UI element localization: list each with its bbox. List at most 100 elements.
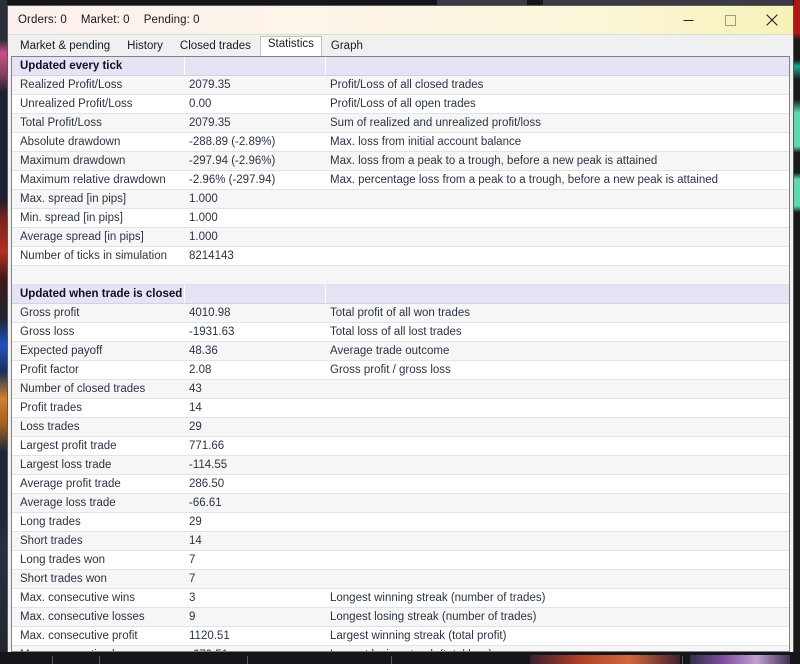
statistics-table: Updated every tickRealized Profit/Loss20…	[12, 57, 789, 652]
close-icon	[766, 14, 778, 26]
table-row[interactable]: Profit trades14	[12, 399, 789, 418]
cell-label: Number of closed trades	[12, 380, 184, 399]
tab-market-and-pending[interactable]: Market & pending	[12, 37, 118, 56]
cell-value: 3	[184, 589, 325, 608]
window-controls	[667, 6, 793, 34]
taskbar-strip[interactable]	[0, 652, 800, 664]
minimize-button[interactable]	[667, 6, 709, 34]
tab-graph[interactable]: Graph	[323, 37, 371, 56]
cell-value: 1120.51	[184, 627, 325, 646]
cell-label: Loss trades	[12, 418, 184, 437]
taskbar-divider	[391, 656, 392, 664]
table-row[interactable]: Realized Profit/Loss2079.35Profit/Loss o…	[12, 76, 789, 95]
cell-desc	[325, 266, 789, 285]
table-row[interactable]: Average loss trade-66.61	[12, 494, 789, 513]
order-status-summary: Orders: 0Market: 0Pending: 0	[8, 14, 214, 26]
cell-value: -2.96% (-297.94)	[184, 171, 325, 190]
table-row[interactable]: Max. spread [in pips]1.000	[12, 190, 789, 209]
taskbar-divider	[99, 656, 100, 664]
tab-closed-trades[interactable]: Closed trades	[172, 37, 259, 56]
cell-desc: Longest winning streak (number of trades…	[325, 589, 789, 608]
orders-count: Orders: 0	[18, 14, 67, 26]
market-count: Market: 0	[81, 14, 130, 26]
table-row[interactable]: Average spread [in pips]1.000	[12, 228, 789, 247]
cell-label: Average profit trade	[12, 475, 184, 494]
table-row[interactable]: Loss trades29	[12, 418, 789, 437]
cell-value: -114.55	[184, 456, 325, 475]
cell-value: 0.00	[184, 95, 325, 114]
cell-label: Max. consecutive profit	[12, 627, 184, 646]
table-row[interactable]: Largest loss trade-114.55	[12, 456, 789, 475]
cell-value: 2079.35	[184, 114, 325, 133]
table-row[interactable]: Largest profit trade771.66	[12, 437, 789, 456]
table-row[interactable]: Max. consecutive profit1120.51Largest wi…	[12, 627, 789, 646]
taskbar-window-preview[interactable]	[690, 655, 790, 664]
cell-label: Maximum relative drawdown	[12, 171, 184, 190]
cell-value: 1.000	[184, 209, 325, 228]
cell-desc	[325, 285, 789, 304]
tab-history[interactable]: History	[119, 37, 171, 56]
cell-desc	[325, 532, 789, 551]
taskbar-divider	[247, 656, 248, 664]
maximize-button[interactable]	[709, 6, 751, 34]
cell-label: Average spread [in pips]	[12, 228, 184, 247]
cell-label: Gross loss	[12, 323, 184, 342]
cell-label: Long trades	[12, 513, 184, 532]
cell-desc	[325, 399, 789, 418]
table-row[interactable]: Min. spread [in pips]1.000	[12, 209, 789, 228]
table-row[interactable]: Maximum relative drawdown-2.96% (-297.94…	[12, 171, 789, 190]
cell-label: Number of ticks in simulation	[12, 247, 184, 266]
cell-value: 1.000	[184, 190, 325, 209]
cell-desc: Gross profit / gross loss	[325, 361, 789, 380]
cell-desc: Sum of realized and unrealized profit/lo…	[325, 114, 789, 133]
table-row[interactable]: Unrealized Profit/Loss0.00Profit/Loss of…	[12, 95, 789, 114]
cell-label: Max. spread [in pips]	[12, 190, 184, 209]
close-button[interactable]	[751, 6, 793, 34]
statistics-window: Orders: 0Market: 0Pending: 0	[7, 5, 794, 657]
cell-desc: Max. loss from initial account balance	[325, 133, 789, 152]
cell-desc: Total loss of all lost trades	[325, 323, 789, 342]
taskbar-window-preview[interactable]	[530, 655, 680, 664]
cell-label: Updated when trade is closed	[12, 285, 184, 304]
cell-desc	[325, 209, 789, 228]
spacer-row	[12, 266, 789, 285]
table-row[interactable]: Short trades won7	[12, 570, 789, 589]
table-row[interactable]: Number of ticks in simulation8214143	[12, 247, 789, 266]
cell-value: 14	[184, 532, 325, 551]
cell-desc	[325, 456, 789, 475]
cell-value	[184, 266, 325, 285]
cell-value: 29	[184, 513, 325, 532]
cell-desc	[325, 570, 789, 589]
cell-desc	[325, 57, 789, 76]
table-row[interactable]: Average profit trade286.50	[12, 475, 789, 494]
cell-desc	[325, 513, 789, 532]
cell-label: Unrealized Profit/Loss	[12, 95, 184, 114]
table-row[interactable]: Number of closed trades43	[12, 380, 789, 399]
tab-statistics[interactable]: Statistics	[260, 36, 322, 56]
table-row[interactable]: Long trades won7	[12, 551, 789, 570]
table-row[interactable]: Long trades29	[12, 513, 789, 532]
cell-desc: Max. percentage loss from a peak to a tr…	[325, 171, 789, 190]
cell-desc	[325, 551, 789, 570]
cell-desc	[325, 437, 789, 456]
table-row[interactable]: Gross profit4010.98Total profit of all w…	[12, 304, 789, 323]
table-row[interactable]: Short trades14	[12, 532, 789, 551]
table-row[interactable]: Expected payoff48.36Average trade outcom…	[12, 342, 789, 361]
table-row[interactable]: Absolute drawdown-288.89 (-2.89%)Max. lo…	[12, 133, 789, 152]
cell-value: 7	[184, 551, 325, 570]
table-row[interactable]: Maximum drawdown-297.94 (-2.96%)Max. los…	[12, 152, 789, 171]
table-row[interactable]: Total Profit/Loss2079.35Sum of realized …	[12, 114, 789, 133]
table-row[interactable]: Max. consecutive losses9Longest losing s…	[12, 608, 789, 627]
cell-label: Updated every tick	[12, 57, 184, 76]
table-row[interactable]: Gross loss-1931.63Total loss of all lost…	[12, 323, 789, 342]
cell-label: Profit trades	[12, 399, 184, 418]
window-titlebar: Orders: 0Market: 0Pending: 0	[8, 6, 793, 35]
cell-value: 1.000	[184, 228, 325, 247]
table-row[interactable]: Profit factor2.08Gross profit / gross lo…	[12, 361, 789, 380]
statistics-table-container[interactable]: Updated every tickRealized Profit/Loss20…	[11, 56, 790, 652]
cell-desc	[325, 475, 789, 494]
cell-label: Gross profit	[12, 304, 184, 323]
table-row[interactable]: Max. consecutive wins3Longest winning st…	[12, 589, 789, 608]
cell-value: 2079.35	[184, 76, 325, 95]
cell-desc	[325, 190, 789, 209]
